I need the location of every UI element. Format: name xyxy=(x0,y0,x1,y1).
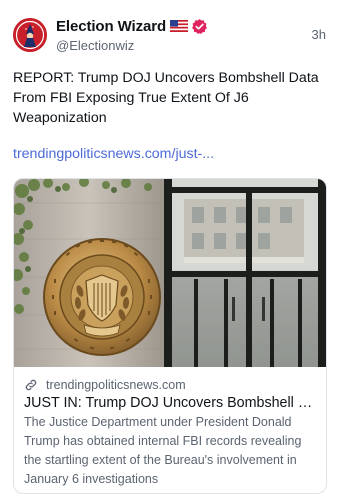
author-name-row: Election Wizard xyxy=(56,16,208,36)
link-preview-title[interactable]: JUST IN: Trump DOJ Uncovers Bombshell Da… xyxy=(24,395,316,411)
link-preview-image[interactable] xyxy=(14,179,326,367)
link-preview-domain: trendingpoliticsnews.com xyxy=(46,377,186,392)
verified-badge-icon xyxy=(192,18,207,34)
author-display-name[interactable]: Election Wizard xyxy=(56,18,166,35)
link-preview-meta: trendingpoliticsnews.com JUST IN: Trump … xyxy=(24,376,316,489)
author-handle[interactable]: @Electionwiz xyxy=(56,38,134,53)
link-preview-card[interactable]: trendingpoliticsnews.com JUST IN: Trump … xyxy=(13,178,327,494)
link-icon xyxy=(25,379,37,390)
post[interactable]: Election Wizard @Electionwiz 3h REPORT: … xyxy=(0,0,340,500)
link-preview-domain-row: trendingpoliticsnews.com xyxy=(24,376,316,393)
link-preview-description: The Justice Department under President D… xyxy=(24,415,302,486)
post-link[interactable]: trendingpoliticsnews.com/just-... xyxy=(13,146,214,162)
us-flag-icon xyxy=(170,20,189,32)
post-timestamp[interactable]: 3h xyxy=(312,27,326,42)
post-text: REPORT: Trump DOJ Uncovers Bombshell Dat… xyxy=(13,70,319,126)
avatar[interactable] xyxy=(13,18,47,52)
